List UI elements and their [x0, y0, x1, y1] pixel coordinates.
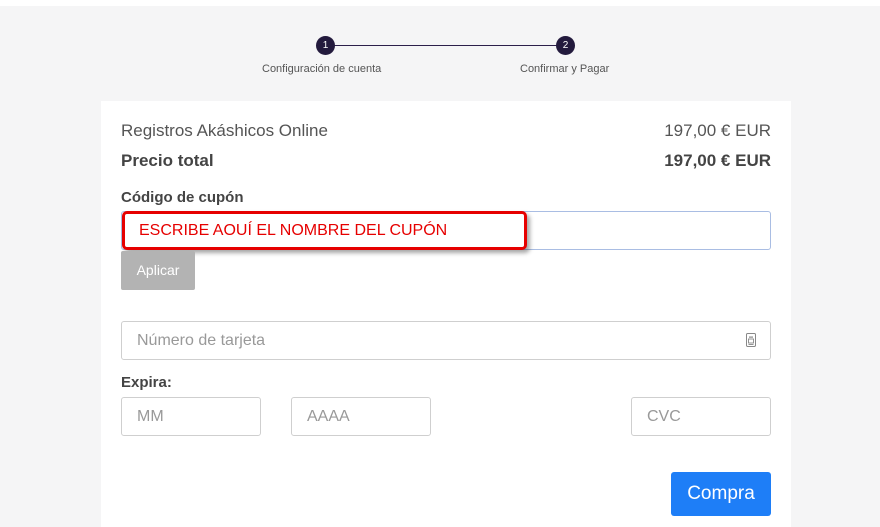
product-price: 197,00 € EUR: [664, 121, 771, 140]
step-2-dot: 2: [556, 36, 575, 55]
expiry-year-input[interactable]: AAAA: [291, 397, 431, 436]
total-price: 197,00 € EUR: [664, 151, 771, 170]
top-strip: [0, 0, 880, 6]
step-2-label: Confirmar y Pagar: [520, 63, 610, 75]
apply-coupon-button[interactable]: Aplicar: [121, 251, 195, 290]
card-number-placeholder: Número de tarjeta: [137, 332, 266, 349]
product-row: Registros Akáshicos Online 197,00 € EUR: [121, 121, 771, 141]
credit-card-icon: [746, 333, 756, 347]
stepper-line: [325, 45, 566, 46]
expiry-month-input[interactable]: MM: [121, 397, 261, 436]
product-name: Registros Akáshicos Online: [121, 121, 328, 140]
buy-button[interactable]: Compra: [671, 472, 771, 516]
step-1-dot: 1: [316, 36, 335, 55]
total-label: Precio total: [121, 151, 214, 170]
total-row: Precio total 197,00 € EUR: [121, 151, 771, 171]
checkout-card: Registros Akáshicos Online 197,00 € EUR …: [101, 101, 791, 527]
step-1-label: Configuración de cuenta: [262, 63, 382, 75]
cvc-input[interactable]: CVC: [631, 397, 771, 436]
expiry-label: Expira:: [121, 374, 172, 391]
coupon-annotation-callout: ESCRIBE AOUÍ EL NOMBRE DEL CUPÓN: [122, 211, 527, 250]
checkout-stepper: 1 2 Configuración de cuenta Confirmar y …: [0, 36, 880, 86]
card-number-input[interactable]: Número de tarjeta: [121, 321, 771, 360]
coupon-label: Código de cupón: [121, 189, 244, 206]
